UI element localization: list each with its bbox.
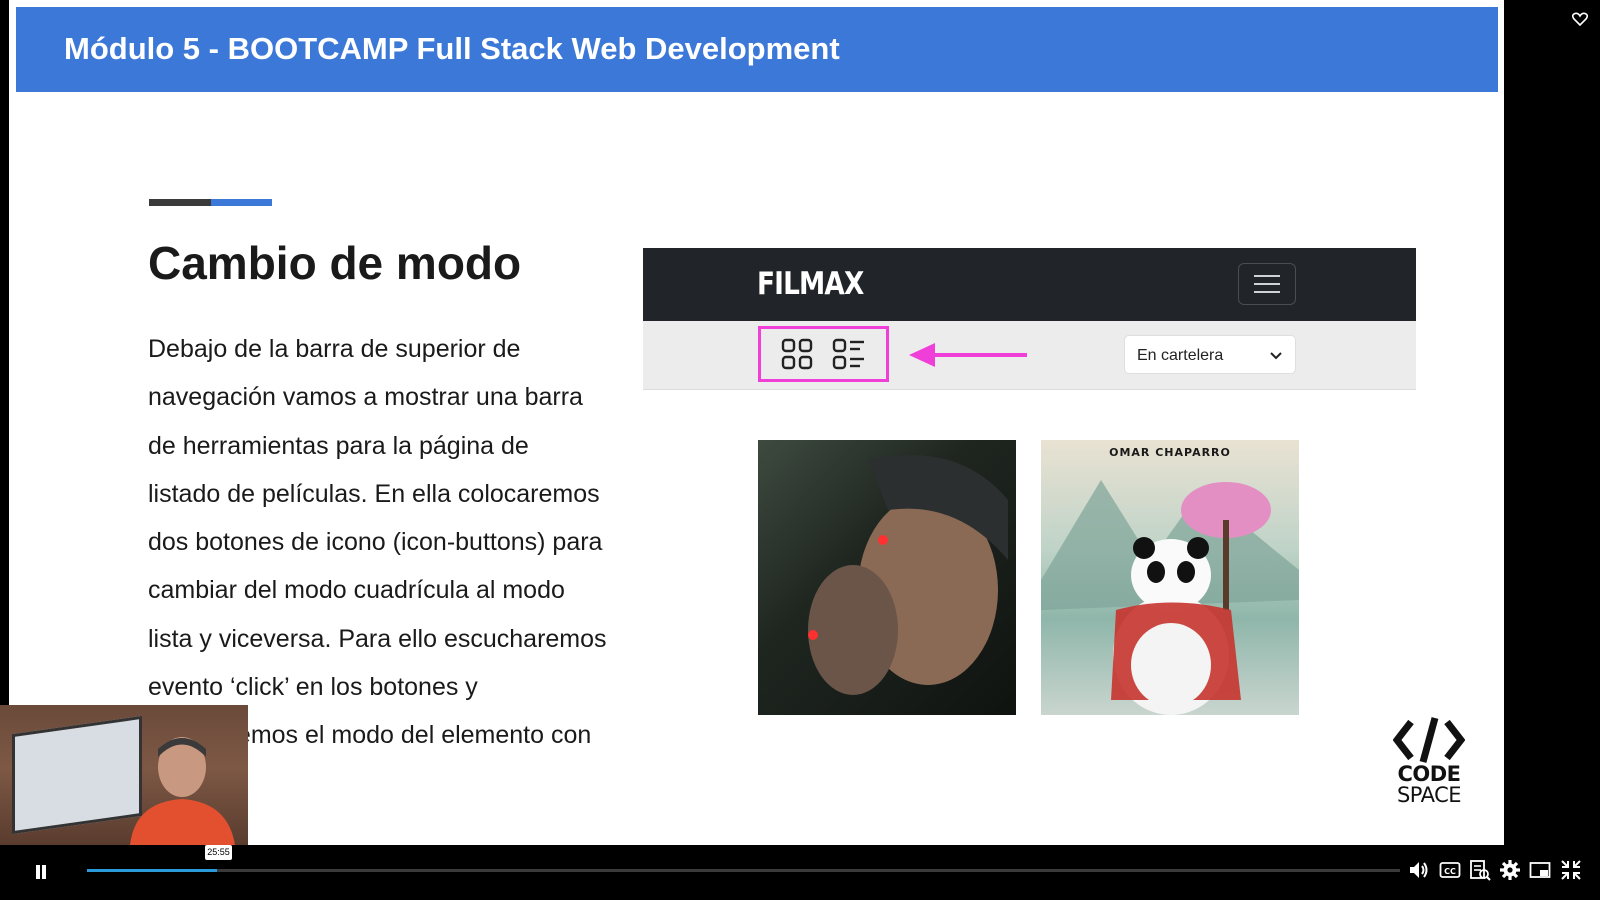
accent-bar-dark [149, 199, 211, 206]
movie-poster-2: OMAR CHAPARRO [1041, 440, 1299, 715]
svg-text:CC: CC [1444, 867, 1456, 876]
mockup-toolbar: En cartelera [643, 321, 1416, 390]
slide-header-title: Módulo 5 - BOOTCAMP Full Stack Web Devel… [64, 31, 840, 66]
exit-fullscreen-icon[interactable] [1560, 859, 1582, 881]
code-brackets-icon [1393, 717, 1465, 763]
video-player-stage: Módulo 5 - BOOTCAMP Full Stack Web Devel… [0, 0, 1600, 900]
grid-icon [781, 338, 812, 370]
poster-2-title: OMAR CHAPARRO [1109, 446, 1231, 459]
codespace-logo: CODE SPACE [1384, 716, 1474, 811]
mockup-logo: FILMAX [757, 266, 864, 302]
seek-bar[interactable] [87, 869, 1400, 872]
list-icon [833, 338, 865, 370]
mockup-select-value: En cartelera [1137, 347, 1224, 364]
brand-line-1: CODE [1397, 762, 1461, 786]
hamburger-icon [1238, 263, 1296, 305]
poster-2-art [1041, 480, 1299, 715]
mockup-icon-buttons-highlight [758, 326, 889, 382]
gear-icon[interactable] [1499, 859, 1521, 881]
transcript-icon[interactable] [1469, 859, 1491, 881]
heart-icon[interactable] [1572, 12, 1588, 26]
mockup-filter-select: En cartelera [1124, 335, 1296, 374]
seek-time-tooltip: 25:55 [205, 845, 232, 860]
brand-line-2: SPACE [1396, 783, 1462, 807]
mockup-navbar: FILMAX [643, 248, 1416, 321]
cc-icon[interactable]: CC [1439, 859, 1461, 881]
presenter-video [130, 737, 235, 845]
accent-bar-blue [211, 199, 272, 206]
poster-1-art [808, 455, 1008, 695]
pause-icon[interactable] [30, 861, 52, 883]
picture-in-picture-icon[interactable] [1529, 859, 1551, 881]
arrow-left-icon [909, 343, 1027, 367]
slide-header: Módulo 5 - BOOTCAMP Full Stack Web Devel… [16, 7, 1498, 92]
slide-heading: Cambio de modo [148, 237, 522, 289]
seek-bar-progress [87, 869, 217, 872]
movie-poster-1 [758, 440, 1016, 715]
webcam-overlay [0, 705, 248, 845]
video-controls: 25:55 CC [0, 845, 1600, 900]
chevron-down-icon [1270, 352, 1282, 360]
app-mockup: FILMAX En cartelera [643, 248, 1416, 390]
volume-icon[interactable] [1408, 859, 1430, 881]
